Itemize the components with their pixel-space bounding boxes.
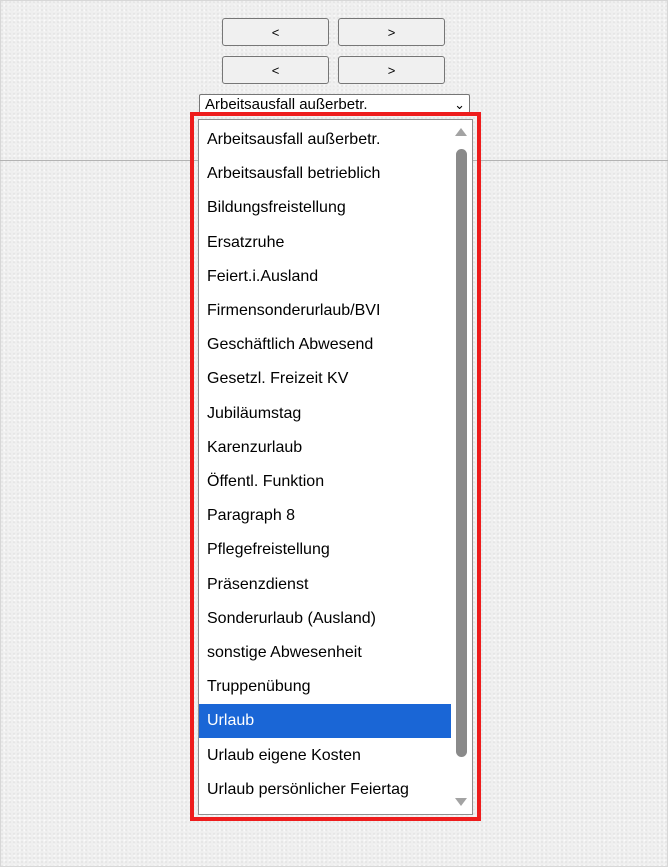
dropdown-option[interactable]: Urlaub eigene Kosten (199, 739, 451, 773)
scrollbar[interactable] (451, 120, 472, 814)
dropdown-option[interactable]: Ersatzruhe (199, 226, 451, 260)
scroll-down-arrow-icon[interactable] (455, 798, 467, 806)
dropdown-option[interactable]: Arbeitsausfall außerbetr. (199, 123, 451, 157)
dropdown-option[interactable]: sonstige Abwesenheit (199, 636, 451, 670)
dropdown-option[interactable]: Paragraph 8 (199, 499, 451, 533)
prev-button-1[interactable]: < (222, 18, 329, 46)
dropdown-option[interactable]: Geschäftlich Abwesend (199, 328, 451, 362)
select-current-value: Arbeitsausfall außerbetr. (205, 96, 368, 113)
dropdown-option[interactable]: Urlaub (199, 704, 451, 739)
dropdown-option[interactable]: Präsenzdienst (199, 568, 451, 602)
scrollbar-thumb[interactable] (456, 149, 467, 757)
next-button-2[interactable]: > (338, 56, 445, 84)
dropdown-option[interactable]: Jubiläumstag (199, 397, 451, 431)
select-dropdown-list[interactable]: Arbeitsausfall außerbetr. Arbeitsausfall … (198, 119, 473, 815)
next-button-1[interactable]: > (338, 18, 445, 46)
prev-button-2[interactable]: < (222, 56, 329, 84)
dropdown-option[interactable]: Gesetzl. Freizeit KV (199, 362, 451, 396)
dropdown-option[interactable]: Urlaub persönlicher Feiertag (199, 773, 451, 807)
dropdown-option[interactable]: Karenzurlaub (199, 431, 451, 465)
dropdown-option[interactable]: Arbeitsausfall betrieblich (199, 157, 451, 191)
dropdown-option[interactable]: Feiert.i.Ausland (199, 260, 451, 294)
scroll-up-arrow-icon[interactable] (455, 128, 467, 136)
dropdown-option[interactable]: Pflegefreistellung (199, 533, 451, 567)
dropdown-option[interactable]: Sonderurlaub (Ausland) (199, 602, 451, 636)
dropdown-option[interactable]: Truppenübung (199, 670, 451, 704)
dropdown-option[interactable]: Öffentl. Funktion (199, 465, 451, 499)
dropdown-option[interactable]: Bildungsfreistellung (199, 191, 451, 225)
dropdown-option[interactable]: Firmensonderurlaub/BVI (199, 294, 451, 328)
